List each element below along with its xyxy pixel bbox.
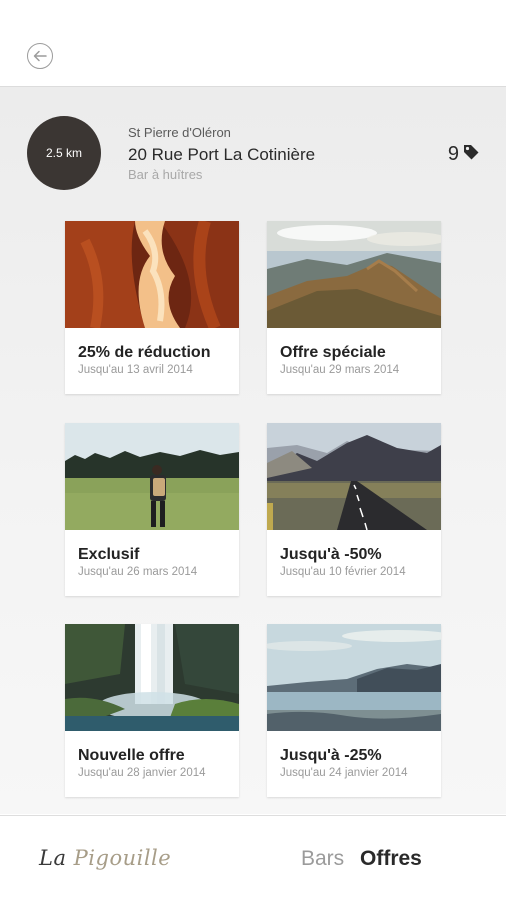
- offer-title: Jusqu'à -50%: [280, 546, 382, 563]
- offer-card[interactable]: 25% de réduction Jusqu'au 13 avril 2014: [65, 221, 239, 394]
- offers-content: 2.5 km St Pierre d'Oléron 20 Rue Port La…: [0, 87, 506, 814]
- venue-type: Bar à huîtres: [128, 167, 203, 182]
- offer-title: Jusqu'à -25%: [280, 747, 382, 764]
- canyon-photo: [65, 221, 239, 328]
- hiker-photo: [65, 423, 239, 530]
- offer-card[interactable]: Jusqu'à -50% Jusqu'au 10 février 2014: [267, 423, 441, 596]
- road-photo: [267, 423, 441, 530]
- nav-offres-tab[interactable]: Offres: [360, 847, 422, 871]
- offer-count: 9: [448, 143, 480, 166]
- offer-date: Jusqu'au 24 janvier 2014: [280, 767, 408, 779]
- offer-title: Offre spéciale: [280, 344, 386, 361]
- offer-date: Jusqu'au 26 mars 2014: [78, 566, 198, 578]
- offer-card[interactable]: Nouvelle offre Jusqu'au 28 janvier 2014: [65, 624, 239, 797]
- offer-card[interactable]: Offre spéciale Jusqu'au 29 mars 2014: [267, 221, 441, 394]
- back-arrow-icon[interactable]: [27, 43, 53, 69]
- offer-date: Jusqu'au 28 janvier 2014: [78, 767, 206, 779]
- mountain-ridge-photo: [267, 221, 441, 328]
- offer-count-number: 9: [447, 143, 459, 165]
- app-logo: La Pigouille: [39, 846, 171, 870]
- venue-city: St Pierre d'Oléron: [128, 125, 231, 140]
- distance-badge: 2.5 km: [27, 116, 101, 190]
- waterfall-photo: [65, 624, 239, 731]
- offer-card[interactable]: Jusqu'à -25% Jusqu'au 24 janvier 2014: [267, 624, 441, 797]
- offer-card[interactable]: Exclusif Jusqu'au 26 mars 2014: [65, 423, 239, 596]
- logo-part-pigouille: Pigouille: [73, 846, 172, 870]
- logo-part-la: La: [39, 846, 67, 870]
- offer-date: Jusqu'au 13 avril 2014: [78, 364, 193, 376]
- offer-date: Jusqu'au 10 février 2014: [280, 566, 406, 578]
- tag-icon: [462, 143, 480, 166]
- offer-title: Nouvelle offre: [78, 747, 185, 764]
- offer-title: 25% de réduction: [78, 344, 211, 361]
- venue-address: 20 Rue Port La Cotinière: [128, 145, 316, 164]
- bottom-navigation: La Pigouille Bars Offres: [0, 815, 506, 901]
- offer-date: Jusqu'au 29 mars 2014: [280, 364, 400, 376]
- top-bar: [0, 0, 506, 87]
- nav-bars-tab[interactable]: Bars: [301, 847, 344, 871]
- offer-title: Exclusif: [78, 546, 140, 563]
- lake-photo: [267, 624, 441, 731]
